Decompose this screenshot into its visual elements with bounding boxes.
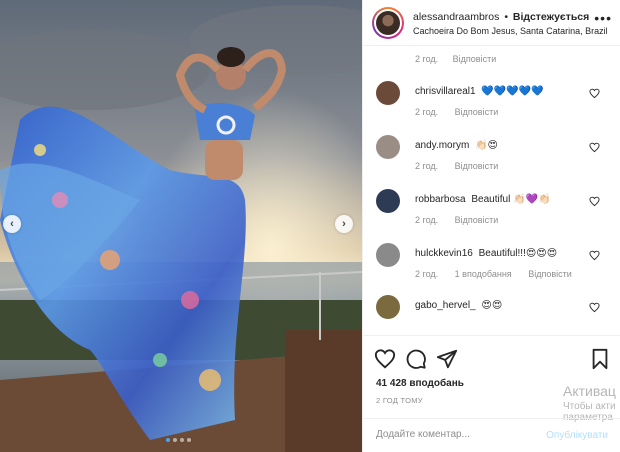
comment-item: andy.morym 👏🏻😍 2 год. Відповісти [363,135,620,175]
comments-list[interactable]: 2 год. Відповісти chrisvillareal1 💙💙💙💙💙 … [363,46,620,335]
carousel-dot [166,438,170,442]
post-photo[interactable]: ‹ › [0,0,362,452]
carousel-indicator [166,438,191,442]
author-username[interactable]: alessandraambros [413,11,499,23]
comment-item: hulckkevin16 Beautiful!!!😍😍😍 2 год. 1 вп… [363,243,620,283]
commenter-username[interactable]: hulckkevin16 [415,248,473,259]
publish-button[interactable]: Опублікувати [546,430,608,441]
like-comment-heart-icon[interactable] [589,88,600,99]
reply-button[interactable]: Відповісти [455,215,499,225]
comment-item: chrisvillareal1 💙💙💙💙💙 2 год. Відповісти [363,81,620,121]
comment-time: 2 год. [415,269,439,279]
commenter-avatar[interactable] [376,295,400,319]
commenter-avatar[interactable] [376,243,400,267]
commenter-avatar[interactable] [376,189,400,213]
comment-text: Beautiful!!!😍😍😍 [478,248,558,259]
commenter-username[interactable]: chrisvillareal1 [415,86,476,97]
post-image [0,0,362,452]
comment-time: 2 год. [415,54,439,64]
like-heart-icon[interactable] [374,348,396,370]
windows-activation-watermark: Активац Чтобы акти параметра [563,383,616,423]
comment-bubble-icon[interactable] [405,348,427,370]
comment-item: gabo_hervel_ 😍😍 [363,295,620,335]
comment-text: 👏🏻😍 [475,140,498,151]
like-comment-heart-icon[interactable] [589,196,600,207]
commenter-username[interactable]: robbarbosa [415,194,466,205]
separator-dot: • [504,11,508,23]
add-comment-bar: Опублікувати [363,418,620,452]
carousel-dot [173,438,177,442]
previous-slide-button[interactable]: ‹ [3,215,21,233]
post-sidebar: alessandraambros • Відстежується Cachoei… [362,0,620,452]
reply-button[interactable]: Відповісти [453,54,497,64]
likes-count[interactable]: 41 428 вподобань [376,378,464,389]
post-header: alessandraambros • Відстежується Cachoei… [363,0,620,46]
next-slide-button[interactable]: › [335,215,353,233]
like-comment-heart-icon[interactable] [589,250,600,261]
more-options-icon[interactable]: ••• [594,10,612,26]
commenter-avatar[interactable] [376,135,400,159]
comment-time: 2 год. [415,161,439,171]
carousel-dot [180,438,184,442]
comment-text: 😍😍 [481,300,503,311]
reply-button[interactable]: Відповісти [455,161,499,171]
commenter-username[interactable]: andy.morym [415,140,469,151]
reply-button[interactable]: Відповісти [528,269,572,279]
comment-time: 2 год. [415,107,439,117]
save-bookmark-icon[interactable] [589,348,611,370]
share-paper-plane-icon[interactable] [436,348,458,370]
comment-likes[interactable]: 1 вподобання [455,269,512,279]
add-comment-input[interactable] [376,429,526,440]
commenter-avatar[interactable] [376,81,400,105]
reply-button[interactable]: Відповісти [455,107,499,117]
comment-item: robbarbosa Beautiful 👏🏻💜👏🏻 2 год. Відпов… [363,189,620,229]
post-location[interactable]: Cachoeira Do Bom Jesus, Santa Catarina, … [413,26,608,36]
like-comment-heart-icon[interactable] [589,142,600,153]
comment-meta-top: 2 год. Відповісти [415,54,508,64]
like-comment-heart-icon[interactable] [589,302,600,313]
comment-text: Beautiful 👏🏻💜👏🏻 [471,194,551,205]
comment-text: 💙💙💙💙💙 [481,86,544,97]
carousel-dot [187,438,191,442]
follow-status-button[interactable]: Відстежується [513,11,589,23]
comment-time: 2 год. [415,215,439,225]
author-avatar[interactable] [372,7,404,39]
author-line: alessandraambros • Відстежується [413,11,589,23]
commenter-username[interactable]: gabo_hervel_ [415,300,476,311]
post-timestamp: 2 ГОД ТОМУ [376,396,423,405]
post-actions: 41 428 вподобань 2 ГОД ТОМУ Активац Чтоб… [363,335,620,452]
